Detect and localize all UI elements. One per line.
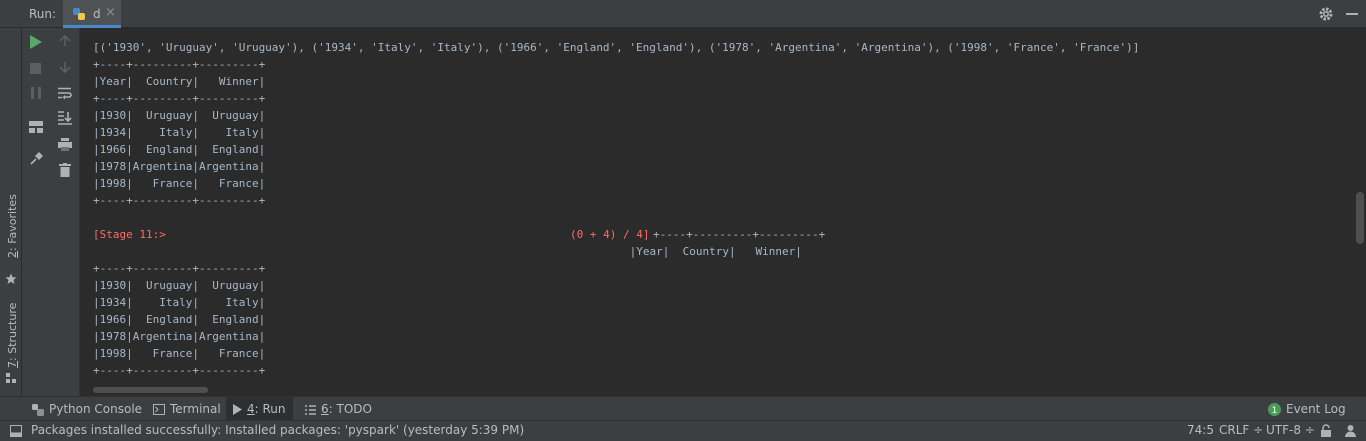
console-line: |1934| Italy| Italy| xyxy=(93,126,266,139)
minimize-icon[interactable] xyxy=(1346,13,1358,15)
tab-run[interactable]: 4: Run xyxy=(226,397,293,421)
run-toolwindow-header: Run: d × xyxy=(0,0,1366,28)
run-label: Run: xyxy=(29,7,57,21)
console-line: +----+---------+---------+ xyxy=(93,364,266,377)
structure-number: 7 xyxy=(6,361,19,368)
console-line: |Year| Country| Winner| xyxy=(80,245,802,258)
console-line: +----+---------+---------+ xyxy=(93,92,266,105)
python-console-icon xyxy=(32,403,44,416)
soft-wrap-icon[interactable] xyxy=(58,87,72,100)
structure-tool-tab[interactable]: 7: Structure xyxy=(6,303,19,368)
horizontal-scrollbar[interactable] xyxy=(93,387,208,393)
event-log-count: 1 xyxy=(1272,406,1278,416)
console-line: [('1930', 'Uruguay', 'Uruguay'), ('1934'… xyxy=(93,41,1140,54)
tab-event-log[interactable]: 1 Event Log xyxy=(1262,397,1352,421)
status-bar: Packages installed successfully: Install… xyxy=(0,420,1366,441)
favorites-label: : Favorites xyxy=(6,194,19,251)
stop-icon[interactable] xyxy=(30,63,41,74)
tab-python-console-label: Python Console xyxy=(49,402,143,416)
tab-todo[interactable]: 6: TODO xyxy=(300,397,377,421)
console-line: |1978|Argentina|Argentina| xyxy=(93,160,266,173)
console-line: |1966| England| England| xyxy=(93,313,266,326)
console-line: |1978|Argentina|Argentina| xyxy=(93,330,266,343)
console-output[interactable]: [('1930', 'Uruguay', 'Uruguay'), ('1934'… xyxy=(80,28,1366,396)
console-line: |1966| England| England| xyxy=(93,143,266,156)
favorites-number: 2 xyxy=(6,251,19,258)
run-tab-d[interactable]: d × xyxy=(63,0,121,28)
spark-stage-label: [Stage 11:> xyxy=(93,228,166,241)
console-line: |1930| Uruguay| Uruguay| xyxy=(93,279,266,292)
trash-icon[interactable] xyxy=(59,163,71,177)
tab-terminal[interactable]: Terminal xyxy=(147,397,227,421)
console-line: +----+---------+---------+ xyxy=(93,58,266,71)
tab-python-console[interactable]: Python Console xyxy=(26,397,148,421)
structure-icon[interactable] xyxy=(6,373,17,384)
console-line: |1934| Italy| Italy| xyxy=(93,296,266,309)
down-arrow-icon[interactable] xyxy=(59,61,71,73)
console-line: +----+---------+---------+ xyxy=(93,194,266,207)
tool-window-tabs: Python Console Terminal 4: Run 6: TODO 1… xyxy=(0,396,1366,421)
console-line: +----+---------+---------+ xyxy=(93,262,266,275)
event-log-badge: 1 xyxy=(1268,403,1281,416)
left-tool-strip: 2: Favorites 7: Structure xyxy=(0,28,22,396)
tab-run-label: : Run xyxy=(254,402,286,416)
tab-run-number: 4 xyxy=(247,402,255,416)
caret-position[interactable]: 74:5 xyxy=(1187,423,1214,437)
spark-stage-progress: (0 + 4) / 4] xyxy=(570,228,650,241)
status-message[interactable]: Packages installed successfully: Install… xyxy=(31,423,524,437)
tab-event-log-label: Event Log xyxy=(1286,402,1346,416)
close-tab-icon[interactable]: × xyxy=(105,5,116,20)
rerun-icon[interactable] xyxy=(30,35,42,49)
file-encoding[interactable]: UTF-8 ÷ xyxy=(1266,423,1315,437)
line-separator[interactable]: CRLF ÷ xyxy=(1219,423,1263,437)
scroll-to-end-icon[interactable] xyxy=(58,111,72,125)
console-line: |Year| Country| Winner| xyxy=(93,75,266,88)
lock-icon[interactable] xyxy=(1320,424,1332,437)
star-icon[interactable] xyxy=(5,273,17,285)
pause-icon[interactable] xyxy=(31,87,41,99)
gear-icon[interactable] xyxy=(1318,6,1334,22)
tab-todo-label: : TODO xyxy=(328,402,372,416)
tab-terminal-label: Terminal xyxy=(170,402,221,416)
print-icon[interactable] xyxy=(58,138,72,151)
console-actions-toolbar xyxy=(49,28,80,396)
favorites-tool-tab[interactable]: 2: Favorites xyxy=(6,194,19,258)
restore-layout-icon[interactable] xyxy=(29,121,43,133)
run-tab-label: d xyxy=(93,7,101,21)
up-arrow-icon[interactable] xyxy=(59,35,71,47)
inspector-icon[interactable] xyxy=(1344,424,1357,437)
run-actions-toolbar xyxy=(22,28,49,396)
structure-label: : Structure xyxy=(6,302,19,361)
todo-list-icon xyxy=(305,404,316,415)
python-file-icon xyxy=(73,8,85,20)
console-line: |1930| Uruguay| Uruguay| xyxy=(93,109,266,122)
console-line: |1998| France| France| xyxy=(93,177,266,190)
hide-tool-windows-icon[interactable] xyxy=(10,425,22,437)
vertical-scrollbar[interactable] xyxy=(1356,192,1364,244)
console-line: +----+---------+---------+ xyxy=(653,228,826,241)
run-icon xyxy=(233,404,242,415)
terminal-icon xyxy=(153,404,165,415)
tab-todo-number: 6 xyxy=(321,402,329,416)
pin-tab-icon[interactable] xyxy=(29,152,43,166)
console-line: |1998| France| France| xyxy=(93,347,266,360)
